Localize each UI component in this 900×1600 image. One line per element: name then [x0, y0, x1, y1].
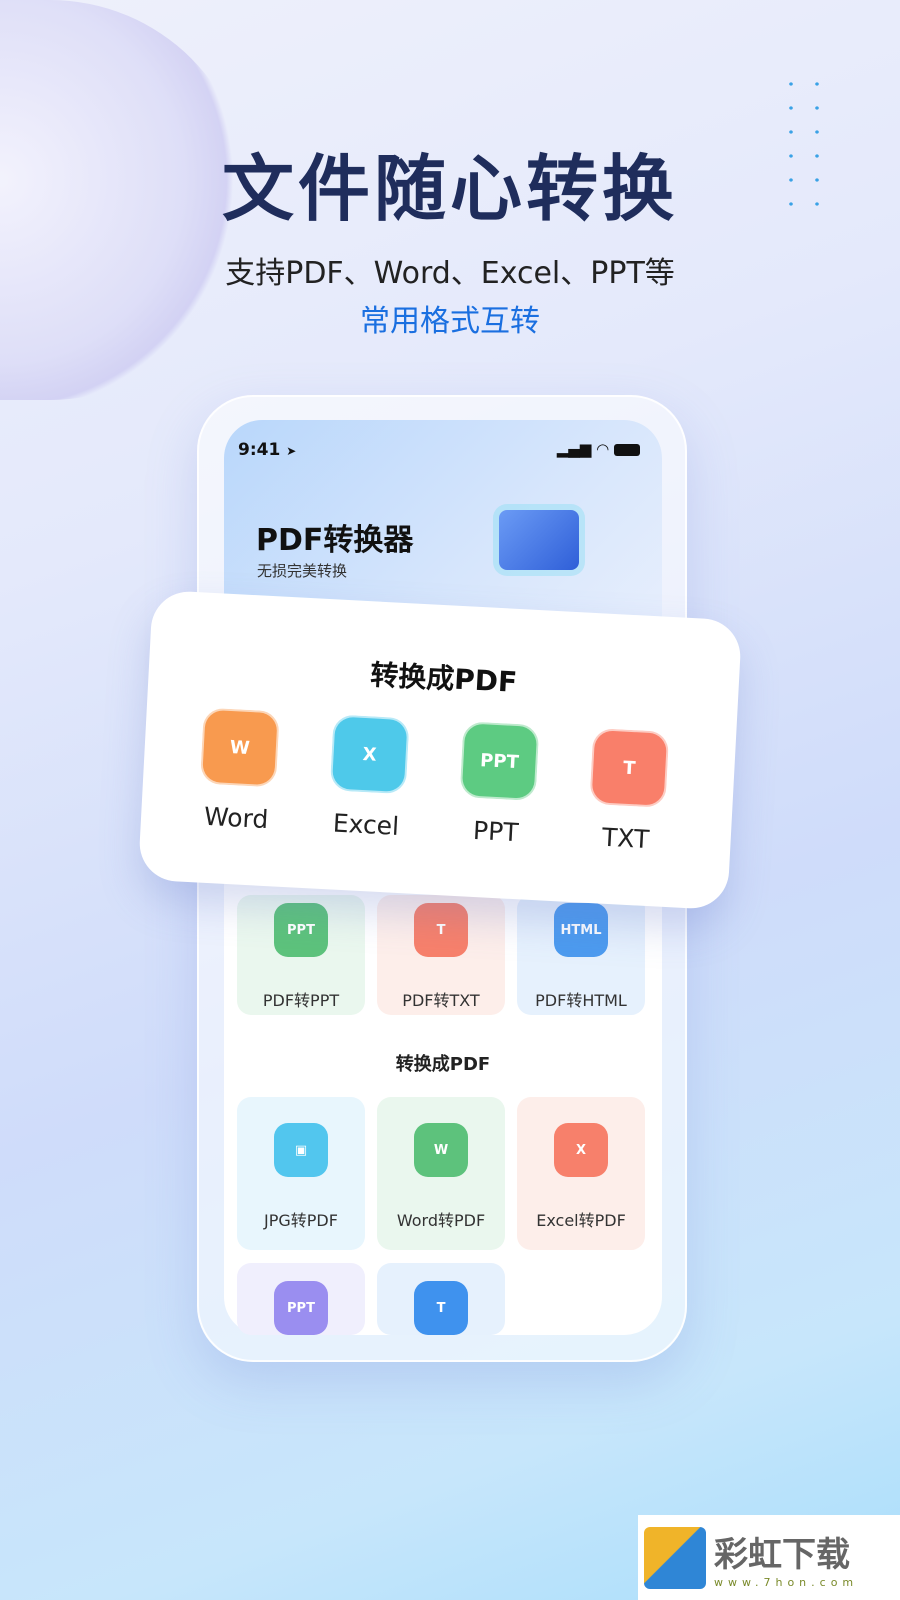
status-icons: ▂▄▆ ◠ — [557, 440, 640, 458]
wifi-icon: ◠ — [596, 440, 610, 458]
tool-tile[interactable]: HTML PDF转HTML — [517, 895, 645, 1015]
tool-tile[interactable]: PPT PDF转PPT — [237, 895, 365, 1015]
excel-icon: X — [329, 714, 410, 795]
tool-tile[interactable]: T — [377, 1263, 505, 1335]
subline-highlight: 常用格式互转 — [360, 304, 540, 339]
format-label: TXT — [601, 822, 650, 855]
format-label: PPT — [472, 815, 520, 848]
word-icon: W — [199, 707, 280, 788]
format-item-word[interactable]: W Word — [180, 707, 296, 836]
watermark-url: www.7hon.com — [714, 1575, 859, 1589]
tool-label: PDF转HTML — [535, 991, 627, 1010]
file-icon: W — [414, 1123, 468, 1177]
signal-icon: ▂▄▆ — [556, 440, 592, 458]
file-icon: ▣ — [274, 1123, 328, 1177]
status-time: 9:41 ➤ — [238, 440, 297, 460]
file-icon: HTML — [554, 903, 608, 957]
tool-label: JPG转PDF — [264, 1211, 338, 1230]
watermark: 彩虹下载 www.7hon.com — [638, 1515, 900, 1600]
tool-tile[interactable]: X Excel转PDF — [517, 1097, 645, 1250]
file-icon: X — [554, 1123, 608, 1177]
tool-label: Excel转PDF — [536, 1211, 626, 1230]
file-icon: PPT — [274, 1281, 328, 1335]
file-icon: PPT — [274, 903, 328, 957]
format-item-txt[interactable]: T TXT — [570, 727, 686, 856]
tool-label: PDF转PPT — [262, 991, 340, 1010]
app-title: PDF转换器 — [256, 523, 414, 558]
tool-tile[interactable]: PPT — [237, 1263, 365, 1335]
watermark-name: 彩虹下载 — [714, 1534, 850, 1575]
format-label: Word — [203, 801, 270, 835]
tool-tile[interactable]: ▣ JPG转PDF — [237, 1097, 365, 1250]
convert-to-pdf-card: 转换成PDF W Word X Excel PPT PPT T TXT — [137, 589, 743, 911]
folder-illustration-icon — [499, 490, 589, 580]
tool-tile[interactable]: W Word转PDF — [377, 1097, 505, 1250]
file-icon: T — [414, 1281, 468, 1335]
format-item-excel[interactable]: X Excel — [310, 713, 426, 842]
location-icon: ➤ — [286, 444, 297, 458]
app-subtitle: 无损完美转换 — [257, 562, 348, 580]
ppt-icon: PPT — [459, 721, 540, 802]
headline: 文件随心转换 — [221, 147, 678, 231]
tool-label: Word转PDF — [396, 1211, 486, 1230]
file-icon: T — [414, 903, 468, 957]
tool-tile[interactable]: T PDF转TXT — [377, 895, 505, 1015]
tool-label: PDF转TXT — [402, 991, 480, 1010]
watermark-logo — [644, 1526, 706, 1589]
battery-icon — [614, 443, 640, 456]
format-item-ppt[interactable]: PPT PPT — [440, 720, 556, 849]
section-title: 转换成PDF — [395, 1054, 491, 1075]
format-label: Excel — [332, 808, 400, 841]
card-title: 转换成PDF — [369, 658, 518, 699]
subline: 支持PDF、Word、Excel、PPT等 — [225, 256, 675, 291]
txt-icon: T — [589, 727, 670, 808]
